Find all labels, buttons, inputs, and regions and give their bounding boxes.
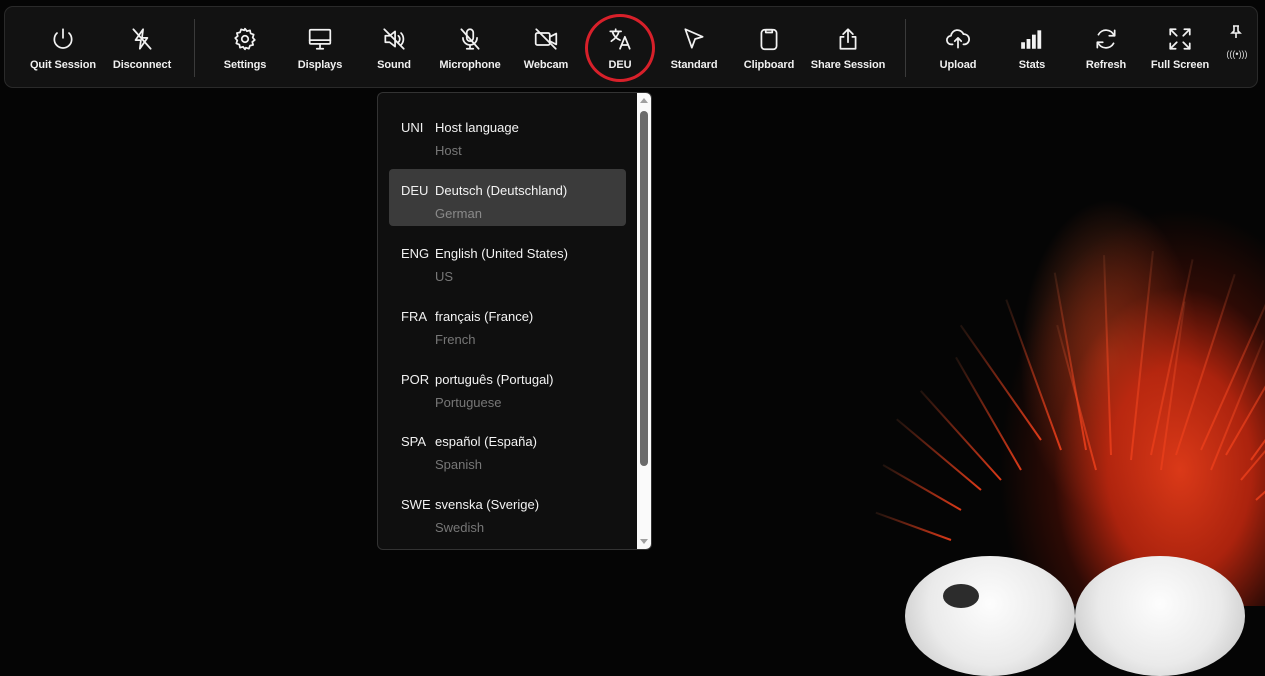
language-option-swe[interactable]: SWE svenska (Sverige) Swedish bbox=[389, 483, 626, 540]
language-dropdown: UNI Host language Host DEU Deutsch (Deut… bbox=[377, 92, 652, 550]
language-name: português (Portugal) bbox=[435, 372, 554, 387]
sound-button[interactable]: Sound bbox=[352, 7, 436, 87]
language-code: SPA bbox=[401, 434, 427, 449]
share-icon bbox=[834, 25, 862, 53]
cursor-icon bbox=[680, 25, 708, 53]
stats-label: Stats bbox=[1018, 59, 1046, 71]
clipboard-label: Clipboard bbox=[743, 59, 795, 71]
scroll-down-arrow-icon[interactable] bbox=[640, 539, 648, 544]
language-option-fra[interactable]: FRA français (France) French bbox=[389, 295, 626, 352]
language-subtitle: Spanish bbox=[435, 457, 482, 472]
language-code: SWE bbox=[401, 497, 431, 512]
language-name: Host language bbox=[435, 120, 519, 135]
language-code: ENG bbox=[401, 246, 430, 261]
webcam-label: Webcam bbox=[523, 59, 569, 71]
language-code: DEU bbox=[401, 183, 429, 198]
refresh-icon bbox=[1092, 25, 1120, 53]
language-button[interactable]: DEU bbox=[578, 7, 662, 87]
settings-label: Settings bbox=[223, 59, 267, 71]
language-option-eng[interactable]: ENG English (United States) US bbox=[389, 232, 626, 289]
full-screen-label: Full Screen bbox=[1150, 59, 1210, 71]
clipboard-icon bbox=[755, 25, 783, 53]
share-session-button[interactable]: Share Session bbox=[806, 7, 890, 87]
language-code: POR bbox=[401, 372, 430, 387]
clipboard-button[interactable]: Clipboard bbox=[727, 7, 811, 87]
language-name: svenska (Sverige) bbox=[435, 497, 540, 512]
webcam-off-icon bbox=[532, 25, 560, 53]
refresh-label: Refresh bbox=[1085, 59, 1127, 71]
session-toolbar: Quit Session Disconnect Settings Display… bbox=[4, 6, 1258, 88]
translate-icon bbox=[606, 25, 634, 53]
share-session-label: Share Session bbox=[810, 59, 886, 71]
refresh-button[interactable]: Refresh bbox=[1064, 7, 1148, 87]
dropdown-scrollbar[interactable] bbox=[637, 93, 651, 549]
speaker-muted-icon bbox=[380, 25, 408, 53]
disconnect-button[interactable]: Disconnect bbox=[100, 7, 184, 87]
displays-label: Displays bbox=[297, 59, 343, 71]
stats-button[interactable]: Stats bbox=[990, 7, 1074, 87]
scroll-up-arrow-icon[interactable] bbox=[640, 98, 648, 103]
full-screen-button[interactable]: Full Screen bbox=[1138, 7, 1222, 87]
standard-cursor-button[interactable]: Standard bbox=[652, 7, 736, 87]
scrollbar-thumb[interactable] bbox=[640, 111, 648, 466]
pin-toolbar-button[interactable]: (((•))) bbox=[1223, 7, 1251, 87]
language-name: Deutsch (Deutschland) bbox=[435, 183, 568, 198]
toolbar-divider bbox=[194, 19, 195, 77]
monitor-icon bbox=[306, 25, 334, 53]
power-icon bbox=[49, 25, 77, 53]
language-option-deu[interactable]: DEU Deutsch (Deutschland) German bbox=[389, 169, 626, 226]
language-name: español (España) bbox=[435, 434, 537, 449]
quit-session-button[interactable]: Quit Session bbox=[21, 7, 105, 87]
language-code: FRA bbox=[401, 309, 427, 324]
fullscreen-icon bbox=[1166, 25, 1194, 53]
gear-icon bbox=[231, 25, 259, 53]
broadcast-indicator: (((•))) bbox=[1226, 49, 1248, 59]
microphone-muted-icon bbox=[456, 25, 484, 53]
language-subtitle: French bbox=[435, 332, 476, 347]
language-subtitle: Swedish bbox=[435, 520, 485, 535]
disconnect-label: Disconnect bbox=[112, 59, 172, 71]
cloud-upload-icon bbox=[944, 25, 972, 53]
language-option-spa[interactable]: SPA español (España) Spanish bbox=[389, 420, 626, 477]
settings-button[interactable]: Settings bbox=[203, 7, 287, 87]
pin-icon bbox=[1230, 25, 1244, 39]
language-name: English (United States) bbox=[435, 246, 568, 261]
language-label: DEU bbox=[608, 59, 632, 71]
background-image-eye-left bbox=[905, 556, 1075, 676]
language-subtitle: Host bbox=[435, 143, 462, 158]
language-code: UNI bbox=[401, 120, 424, 135]
displays-button[interactable]: Displays bbox=[278, 7, 362, 87]
sound-label: Sound bbox=[377, 59, 411, 71]
language-subtitle: US bbox=[435, 269, 454, 284]
upload-label: Upload bbox=[939, 59, 977, 71]
standard-label: Standard bbox=[670, 59, 718, 71]
upload-button[interactable]: Upload bbox=[916, 7, 1000, 87]
signal-bars-icon bbox=[1018, 25, 1046, 53]
language-subtitle: Portuguese bbox=[435, 395, 502, 410]
background-image-eye-right bbox=[1075, 556, 1245, 676]
language-name: français (France) bbox=[435, 309, 534, 324]
language-option-uni[interactable]: UNI Host language Host bbox=[389, 106, 626, 163]
quit-session-label: Quit Session bbox=[29, 59, 97, 71]
webcam-button[interactable]: Webcam bbox=[504, 7, 588, 87]
microphone-label: Microphone bbox=[439, 59, 501, 71]
microphone-button[interactable]: Microphone bbox=[428, 7, 512, 87]
disconnect-bolt-icon bbox=[128, 25, 156, 53]
language-option-por[interactable]: POR português (Portugal) Portuguese bbox=[389, 358, 626, 415]
toolbar-divider bbox=[905, 19, 906, 77]
language-subtitle: German bbox=[435, 206, 482, 221]
